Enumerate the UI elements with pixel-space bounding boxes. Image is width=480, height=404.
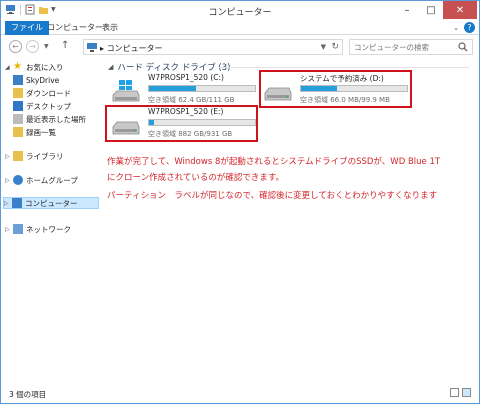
group-header-hard-disk-drives[interactable]: ◢ ハード ディスク ドライブ (3) bbox=[108, 61, 230, 73]
large-icons-view-icon[interactable] bbox=[462, 388, 471, 397]
navigation-bar: ← → ▼ ↑ ▸ コンピューター ▼ ↻ bbox=[1, 37, 479, 57]
content-pane: ◢ ハード ディスク ドライブ (3) W7PROSP1_520 (C:) 空き… bbox=[101, 59, 479, 381]
expand-arrow-icon[interactable]: ▷ bbox=[5, 226, 13, 233]
sidebar-item-downloads[interactable]: ダウンロード bbox=[13, 87, 71, 99]
sidebar-item-label: ホームグループ bbox=[26, 175, 78, 185]
sidebar-item-favorites[interactable]: ◢ ★ お気に入り bbox=[5, 61, 64, 73]
sidebar-item-network[interactable]: ▷ ネットワーク bbox=[5, 223, 71, 235]
item-count: 3 個の項目 bbox=[9, 390, 47, 399]
folder-icon bbox=[13, 88, 23, 98]
drive-name: W7PROSP1_520 (C:) bbox=[148, 73, 224, 82]
sidebar-item-libraries[interactable]: ▷ ライブラリ bbox=[5, 150, 64, 162]
expand-ribbon-icon[interactable]: ⌄ bbox=[453, 24, 459, 32]
window-controls: – □ ✕ bbox=[395, 1, 477, 19]
highlight-box-drive-e bbox=[105, 105, 258, 142]
windows-drive-icon bbox=[112, 80, 140, 102]
sidebar-item-label: コンピューター bbox=[25, 198, 78, 208]
recent-locations-icon[interactable]: ▼ bbox=[44, 43, 49, 50]
group-divider bbox=[219, 67, 469, 68]
ribbon: ファイル コンピューター 表示 ⌄ ? bbox=[1, 21, 479, 35]
collapse-arrow-icon[interactable]: ◢ bbox=[108, 63, 113, 71]
folder-icon bbox=[13, 75, 23, 85]
navigation-pane: ◢ ★ お気に入り SkyDrive ダウンロード デスクトップ 最近表示した場… bbox=[1, 59, 101, 381]
library-icon bbox=[13, 151, 23, 161]
tab-view[interactable]: 表示 bbox=[96, 21, 124, 35]
collapse-arrow-icon[interactable]: ◢ bbox=[5, 64, 13, 71]
sidebar-item-label: 録画一覧 bbox=[26, 127, 56, 137]
sidebar-item-label: SkyDrive bbox=[26, 75, 60, 85]
sidebar-item-label: ダウンロード bbox=[26, 88, 71, 98]
address-dropdown-icon[interactable]: ▼ bbox=[321, 43, 326, 51]
group-title: ハード ディスク ドライブ (3) bbox=[117, 63, 231, 73]
status-bar: 3 個の項目 bbox=[1, 383, 479, 403]
folder-icon bbox=[13, 127, 23, 137]
expand-arrow-icon[interactable]: ▷ bbox=[4, 200, 12, 207]
sidebar-item-label: 最近表示した場所 bbox=[26, 114, 86, 124]
up-button[interactable]: ↑ bbox=[61, 40, 69, 51]
close-button[interactable]: ✕ bbox=[443, 1, 477, 19]
breadcrumb[interactable]: ▸ コンピューター bbox=[100, 43, 163, 54]
refresh-icon[interactable]: ↻ bbox=[331, 42, 339, 52]
annotation-note-3: パーティション ラベルが同じなので、確認後に変更しておくとわかりやすくなります bbox=[107, 191, 438, 201]
sidebar-item-homegroup[interactable]: ▷ ホームグループ bbox=[5, 174, 78, 186]
homegroup-icon bbox=[13, 175, 23, 185]
sidebar-item-label: ネットワーク bbox=[26, 224, 71, 234]
sidebar-item-recent-places[interactable]: 最近表示した場所 bbox=[13, 113, 86, 125]
search-box bbox=[349, 39, 473, 55]
search-icon[interactable] bbox=[458, 42, 468, 52]
forward-button[interactable]: → bbox=[26, 40, 39, 53]
explorer-window: ▼ コンピューター – □ ✕ ファイル コンピューター 表示 ⌄ ? ← → … bbox=[0, 0, 480, 404]
breadcrumb-computer[interactable]: コンピューター bbox=[107, 44, 163, 53]
recent-places-icon bbox=[13, 114, 23, 124]
expand-arrow-icon[interactable]: ▷ bbox=[5, 177, 13, 184]
help-icon[interactable]: ? bbox=[464, 22, 475, 33]
sidebar-item-label: お気に入り bbox=[26, 62, 64, 72]
search-input[interactable] bbox=[350, 40, 450, 54]
highlight-box-drive-d bbox=[259, 70, 412, 108]
expand-arrow-icon[interactable]: ▷ bbox=[5, 153, 13, 160]
drive-item-c[interactable]: W7PROSP1_520 (C:) 空き領域 62.4 GB/111 GB bbox=[107, 73, 257, 107]
sidebar-item-computer[interactable]: ▷ コンピューター bbox=[3, 197, 99, 209]
maximize-button[interactable]: □ bbox=[419, 1, 443, 19]
computer-icon bbox=[12, 198, 22, 208]
sidebar-item-label: ライブラリ bbox=[26, 151, 64, 161]
sidebar-item-recordings[interactable]: 録画一覧 bbox=[13, 126, 56, 138]
drive-usage-bar bbox=[148, 85, 256, 92]
details-view-icon[interactable] bbox=[450, 388, 459, 397]
sidebar-item-label: デスクトップ bbox=[26, 101, 71, 111]
sidebar-item-skydrive[interactable]: SkyDrive bbox=[13, 74, 59, 86]
annotation-note-2: にクローン作成されているのが確認できます。 bbox=[107, 173, 284, 183]
view-switcher bbox=[450, 388, 471, 397]
sidebar-item-desktop[interactable]: デスクトップ bbox=[13, 100, 71, 112]
minimize-button[interactable]: – bbox=[395, 1, 419, 19]
star-icon: ★ bbox=[13, 61, 22, 72]
address-bar[interactable]: ▸ コンピューター ▼ ↻ bbox=[83, 39, 343, 55]
drive-free-space: 空き領域 62.4 GB/111 GB bbox=[148, 96, 235, 104]
title-bar: ▼ コンピューター – □ ✕ bbox=[1, 1, 479, 21]
drive-usage-fill bbox=[149, 86, 196, 91]
network-icon bbox=[13, 224, 23, 234]
annotation-note-1: 作業が完了して、Windows 8が起動されるとシステムドライブのSSDが、WD… bbox=[107, 157, 441, 167]
computer-icon bbox=[87, 43, 97, 52]
desktop-icon bbox=[13, 101, 23, 111]
back-button[interactable]: ← bbox=[9, 40, 22, 53]
